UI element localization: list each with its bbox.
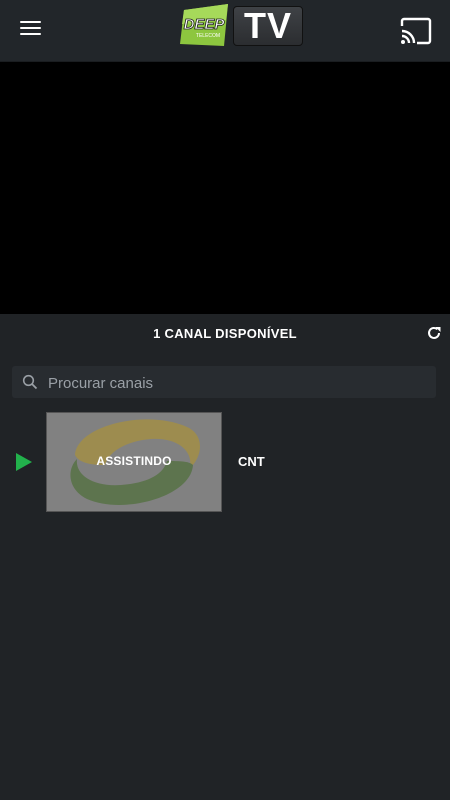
deep-telecom-logo: DEEP TELECOM bbox=[178, 2, 230, 48]
channel-list-item[interactable]: ASSISTINDO CNT bbox=[0, 412, 450, 512]
logo-tv-text: TV bbox=[233, 5, 303, 46]
hamburger-menu-icon[interactable] bbox=[20, 21, 43, 39]
search-input[interactable] bbox=[46, 366, 430, 400]
logo-deep-text: DEEP bbox=[184, 16, 226, 33]
search-icon bbox=[22, 374, 38, 390]
refresh-icon[interactable] bbox=[426, 325, 442, 341]
top-app-bar: DEEP TELECOM TV bbox=[0, 0, 450, 62]
channel-list-header: 1 CANAL DISPONÍVEL bbox=[0, 314, 450, 354]
watching-label: ASSISTINDO bbox=[96, 454, 172, 468]
channel-count-label: 1 CANAL DISPONÍVEL bbox=[153, 326, 297, 341]
channel-name: CNT bbox=[238, 454, 265, 469]
video-player[interactable] bbox=[0, 62, 450, 314]
play-icon bbox=[15, 452, 33, 472]
search-box bbox=[12, 366, 436, 400]
cast-icon[interactable] bbox=[398, 16, 434, 46]
channel-thumbnail: ASSISTINDO bbox=[46, 412, 222, 512]
logo-telecom-text: TELECOM bbox=[196, 33, 220, 39]
app-logo: DEEP TELECOM TV bbox=[178, 2, 304, 52]
